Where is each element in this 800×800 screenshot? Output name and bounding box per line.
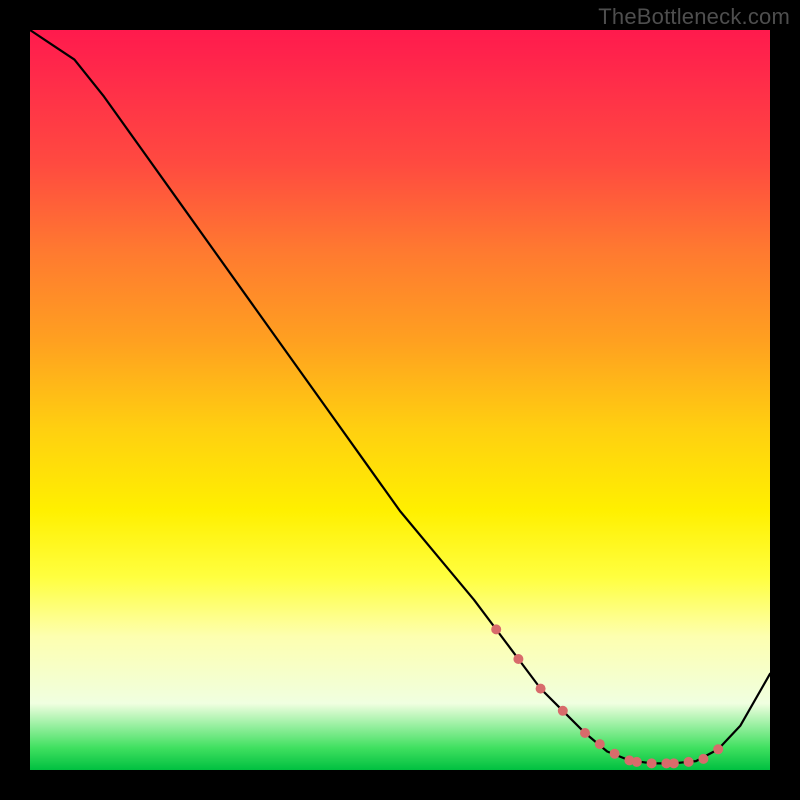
curve-marker — [491, 624, 501, 634]
curve-marker — [632, 757, 642, 767]
bottleneck-curve-svg — [30, 30, 770, 770]
curve-marker — [669, 758, 679, 768]
curve-marker — [698, 754, 708, 764]
curve-marker — [513, 654, 523, 664]
curve-marker — [713, 744, 723, 754]
curve-marker — [558, 706, 568, 716]
watermark-text: TheBottleneck.com — [598, 4, 790, 30]
curve-marker — [595, 739, 605, 749]
curve-marker — [610, 749, 620, 759]
curve-marker — [647, 758, 657, 768]
bottleneck-markers — [491, 624, 723, 768]
curve-marker — [580, 728, 590, 738]
plot-area — [30, 30, 770, 770]
curve-marker — [536, 684, 546, 694]
curve-marker — [684, 757, 694, 767]
chart-frame: TheBottleneck.com — [0, 0, 800, 800]
bottleneck-curve — [30, 30, 770, 763]
